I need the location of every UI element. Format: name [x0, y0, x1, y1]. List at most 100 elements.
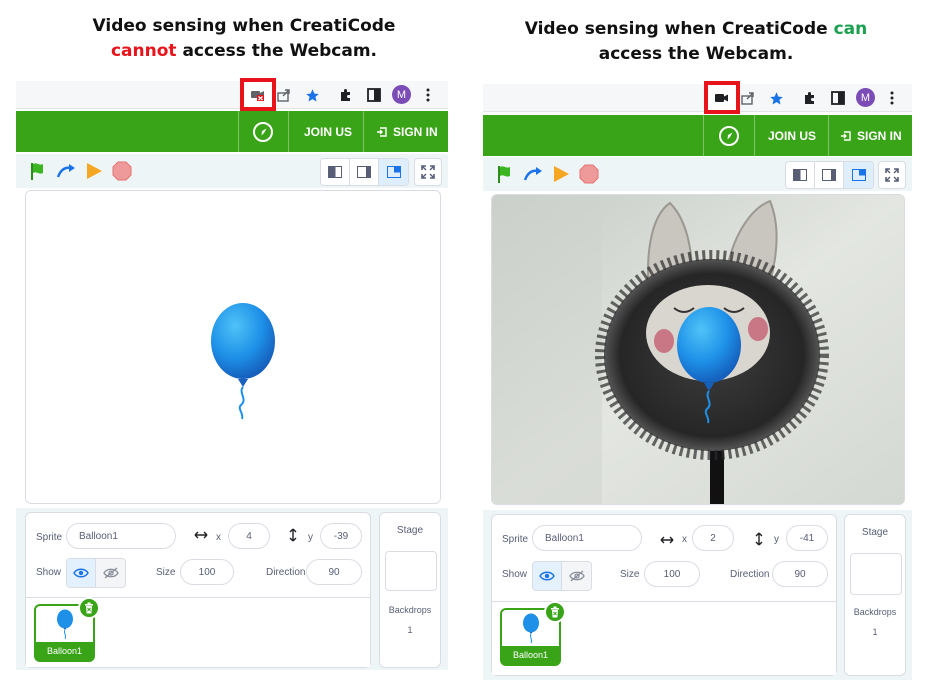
left-panel: Video sensing when CreatiCode cannot acc…: [0, 0, 460, 700]
stage-size-toggle: [320, 158, 409, 186]
balloon-sprite[interactable]: [208, 301, 278, 421]
show-visible-button[interactable]: [533, 562, 562, 590]
share-icon[interactable]: [740, 90, 756, 106]
bookmark-star-icon[interactable]: [304, 87, 320, 103]
fullscreen-button[interactable]: [414, 158, 442, 186]
left-caption: Video sensing when CreatiCode cannot acc…: [20, 14, 468, 64]
backdrops-label: Backdrops: [388, 605, 432, 615]
show-hidden-button[interactable]: [96, 559, 125, 587]
stage-label: Stage: [861, 527, 889, 538]
fullscreen-icon: [885, 168, 899, 182]
turbo-arrow-icon[interactable]: [56, 161, 76, 181]
show-toggle: [66, 558, 126, 588]
show-toggle: [532, 561, 592, 591]
share-icon[interactable]: [276, 87, 292, 103]
small-stage-icon: [793, 169, 807, 181]
join-us-button[interactable]: JOIN US: [768, 115, 816, 156]
fullscreen-icon: [421, 165, 435, 179]
explore-button[interactable]: [718, 115, 740, 156]
x-input[interactable]: 4: [228, 523, 270, 549]
sprite-thumbnail: [523, 613, 539, 644]
join-us-button[interactable]: JOIN US: [304, 111, 352, 152]
size-input[interactable]: 100: [180, 559, 234, 585]
sidepanel-icon[interactable]: [830, 90, 846, 106]
small-stage-icon: [328, 166, 342, 178]
split-stage-button[interactable]: [379, 159, 408, 185]
sign-in-button[interactable]: SIGN IN: [840, 115, 902, 156]
balloon-sprite[interactable]: [674, 305, 744, 425]
fullscreen-button[interactable]: [878, 161, 906, 189]
stage-canvas[interactable]: [25, 190, 441, 504]
y-input[interactable]: -41: [786, 525, 828, 551]
profile-avatar[interactable]: M: [856, 88, 875, 107]
turbo-arrow-icon[interactable]: [523, 164, 543, 184]
sprite-list: Balloon1: [492, 601, 836, 675]
stage-controls-bar: [483, 157, 912, 191]
eye-icon: [73, 568, 89, 578]
avatar: M: [392, 85, 411, 104]
menubar-divider: [828, 115, 829, 156]
eye-icon: [539, 571, 555, 581]
direction-input[interactable]: 90: [306, 559, 362, 585]
bookmark-star-icon[interactable]: [768, 90, 784, 106]
stage-label: Stage: [396, 525, 424, 536]
green-flag-icon[interactable]: [28, 161, 48, 181]
menubar-divider: [238, 111, 239, 152]
size-input[interactable]: 100: [644, 561, 700, 587]
x-arrow-icon: [660, 535, 674, 548]
trash-icon: [551, 606, 559, 618]
small-stage-button[interactable]: [321, 159, 350, 185]
right-caption-line1: Video sensing when CreatiCode can: [468, 17, 924, 42]
sign-in-button[interactable]: SIGN IN: [376, 111, 438, 152]
sprite-info-panel: Sprite Balloon1 x 4 y -39 Show Size 100 …: [25, 512, 371, 668]
large-stage-icon: [357, 166, 371, 178]
stage-thumbnail[interactable]: [850, 553, 902, 595]
large-stage-button[interactable]: [350, 159, 379, 185]
compass-icon: [253, 121, 273, 142]
split-stage-icon: [851, 169, 866, 181]
sprite-name-input[interactable]: Balloon1: [532, 525, 642, 551]
show-label: Show: [36, 567, 62, 578]
show-hidden-button[interactable]: [562, 562, 591, 590]
compass-icon: [719, 125, 739, 146]
eye-off-icon: [102, 567, 119, 579]
stop-icon[interactable]: [579, 164, 599, 184]
delete-sprite-button[interactable]: [78, 597, 100, 619]
direction-input[interactable]: 90: [772, 561, 828, 587]
large-stage-button[interactable]: [815, 162, 844, 188]
stage-canvas[interactable]: [491, 194, 905, 505]
x-input[interactable]: 2: [692, 525, 734, 551]
profile-avatar[interactable]: M: [392, 85, 411, 104]
extensions-icon[interactable]: [802, 90, 818, 106]
right-caption-line2: access the Webcam.: [598, 44, 794, 64]
stage-selector-panel[interactable]: Stage Backdrops 1: [844, 514, 906, 676]
more-menu-icon[interactable]: [884, 90, 900, 106]
camera-blocked-icon[interactable]: [250, 87, 266, 103]
stop-icon[interactable]: [112, 161, 132, 181]
sprite-list: Balloon1: [26, 597, 370, 667]
sprite-name-input[interactable]: Balloon1: [66, 523, 176, 549]
delete-sprite-button[interactable]: [544, 601, 566, 623]
play-icon[interactable]: [551, 164, 571, 184]
trash-icon: [85, 602, 93, 614]
avatar: M: [856, 88, 875, 107]
extensions-icon[interactable]: [338, 87, 354, 103]
small-stage-button[interactable]: [786, 162, 815, 188]
camera-icon[interactable]: [714, 90, 730, 106]
sprite-card-name: Balloon1: [36, 642, 93, 660]
split-stage-button[interactable]: [844, 162, 873, 188]
stage-selector-panel[interactable]: Stage Backdrops 1: [379, 512, 441, 668]
sidepanel-icon[interactable]: [366, 87, 382, 103]
stage-thumbnail[interactable]: [385, 551, 437, 591]
play-icon[interactable]: [84, 161, 104, 181]
y-input[interactable]: -39: [320, 523, 362, 549]
explore-button[interactable]: [252, 111, 274, 152]
backdrops-count: 1: [872, 627, 878, 637]
backdrops-count: 1: [407, 625, 413, 635]
sign-in-label: SIGN IN: [393, 124, 438, 139]
more-menu-icon[interactable]: [420, 87, 436, 103]
green-flag-icon[interactable]: [495, 164, 515, 184]
show-visible-button[interactable]: [67, 559, 96, 587]
split-stage-icon: [386, 166, 401, 178]
y-label: y: [774, 534, 779, 545]
